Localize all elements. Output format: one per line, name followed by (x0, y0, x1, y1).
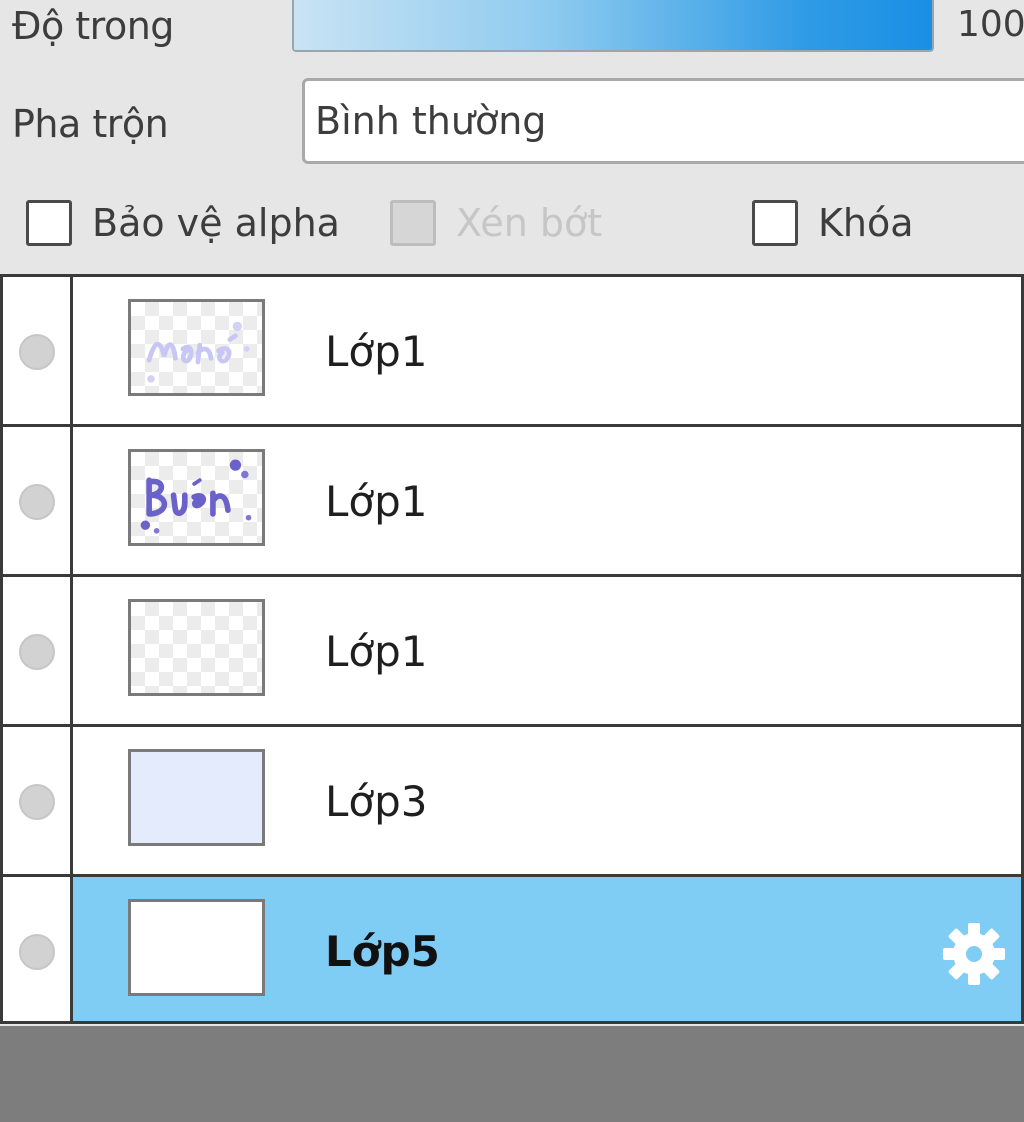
visibility-column[interactable] (3, 727, 73, 874)
checkbox-box[interactable] (26, 200, 72, 246)
faint-lettering-thumbnail (146, 321, 250, 383)
clipping-label: Xén bớt (456, 201, 603, 245)
layer-row[interactable]: Lớp1 (0, 424, 1024, 574)
lock-label: Khóa (818, 201, 914, 245)
layer-row[interactable]: Lớp1 (0, 574, 1024, 724)
layer-main[interactable]: Lớp1 (73, 277, 1021, 424)
gear-icon[interactable] (939, 919, 1009, 989)
layer-thumbnail (128, 599, 265, 696)
layer-name: Lớp1 (325, 627, 428, 676)
protect-alpha-checkbox[interactable]: Bảo vệ alpha (26, 200, 340, 246)
blend-mode-select[interactable]: Bình thường (302, 78, 1024, 164)
layer-name: Lớp5 (325, 927, 440, 976)
visibility-column[interactable] (3, 577, 73, 724)
protect-alpha-label: Bảo vệ alpha (92, 201, 340, 245)
layer-main[interactable]: Lớp1 (73, 427, 1021, 574)
opacity-value: 100 (957, 4, 1024, 45)
blend-mode-value: Bình thường (315, 99, 547, 143)
layer-name: Lớp3 (325, 777, 428, 826)
layer-row-selected[interactable]: Lớp5 (0, 874, 1024, 1024)
opacity-slider[interactable] (292, 0, 934, 52)
visibility-column[interactable] (3, 877, 73, 1021)
empty-layer-area (0, 1026, 1024, 1122)
layer-main[interactable]: Lớp3 (73, 727, 1021, 874)
opacity-label: Độ trong (12, 4, 174, 48)
layer-list: Lớp1 Lớp1 Lớp1 Lớp3 Lớp5 (0, 274, 1024, 1024)
layer-thumbnail (128, 749, 265, 846)
checkbox-box[interactable] (752, 200, 798, 246)
visibility-toggle[interactable] (19, 484, 55, 520)
layer-main[interactable]: Lớp1 (73, 577, 1021, 724)
visibility-toggle[interactable] (19, 634, 55, 670)
visibility-toggle[interactable] (19, 784, 55, 820)
layer-row[interactable]: Lớp3 (0, 724, 1024, 874)
checkbox-box (390, 200, 436, 246)
visibility-column[interactable] (3, 427, 73, 574)
visibility-toggle[interactable] (19, 334, 55, 370)
clipping-checkbox: Xén bớt (390, 200, 602, 246)
layer-main[interactable]: Lớp5 (73, 877, 1021, 1021)
blend-mode-label: Pha trộn (12, 102, 169, 146)
lock-checkbox[interactable]: Khóa (752, 200, 914, 246)
layer-name: Lớp1 (325, 327, 428, 376)
purple-lettering-thumbnail (140, 459, 252, 534)
layer-row[interactable]: Lớp1 (0, 274, 1024, 424)
layer-thumbnail (128, 299, 265, 396)
visibility-column[interactable] (3, 277, 73, 424)
layer-thumbnail (128, 449, 265, 546)
layer-thumbnail (128, 899, 265, 996)
layer-name: Lớp1 (325, 477, 428, 526)
visibility-toggle[interactable] (19, 934, 55, 970)
opacity-slider-fill (294, 0, 932, 50)
